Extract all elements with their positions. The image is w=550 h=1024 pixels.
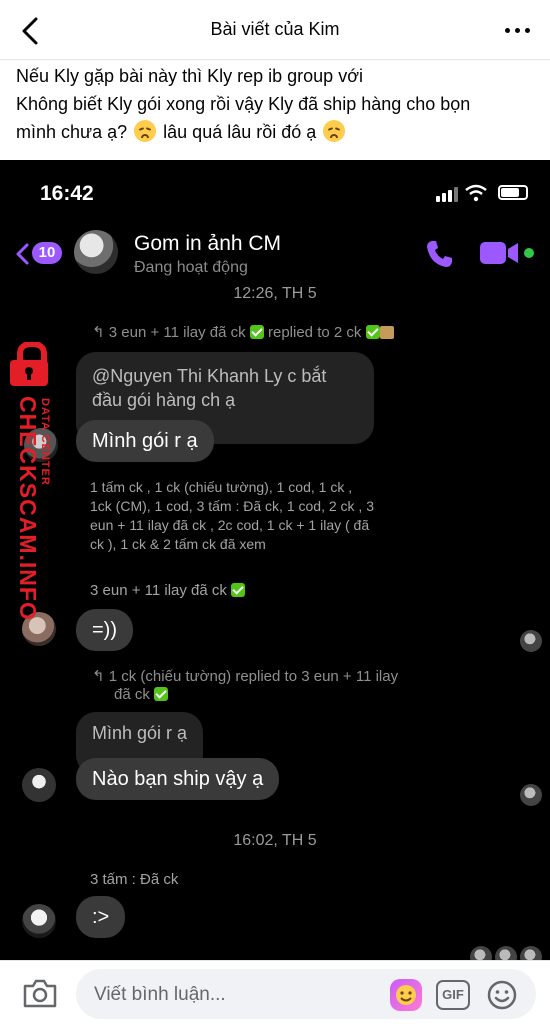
reply-arrow-icon: ↰ [92, 668, 109, 685]
emoji-smile-icon[interactable] [486, 979, 518, 1011]
sticker-icon[interactable] [390, 979, 422, 1011]
green-check-icon [365, 325, 380, 339]
green-check-icon [249, 325, 264, 339]
reply-arrow-icon: ↰ [92, 324, 109, 341]
top-nav-bar: Bài viết của Kim [0, 0, 550, 60]
sender-avatar [22, 768, 56, 802]
sender-avatar [22, 904, 56, 938]
sad-face-emoji-icon [323, 120, 346, 142]
caption-line-3: mình chưa ạ? lâu quá lâu rồi đó ạ [16, 118, 541, 146]
seen-avatar [520, 946, 542, 960]
message-list: 12:26, TH 5 ↰ 3 eun + 11 ilay đã ck repl… [0, 160, 550, 960]
message-label: 3 eun + 11 ilay đã ck [90, 581, 246, 600]
comment-bar: Viết bình luận... GIF [0, 960, 550, 1024]
green-check-icon [154, 687, 169, 701]
comment-placeholder: Viết bình luận... [94, 984, 226, 1005]
message-timestamp: 16:02, TH 5 [233, 832, 317, 849]
caption-line-2: Không biết Kly gói xong rồi vậy Kly đã s… [16, 94, 471, 114]
message-label-text: 3 eun + 11 ilay đã ck [90, 582, 227, 599]
post-image-chat-screenshot[interactable]: 16:42 10 Gom in ảnh CM Đang hoạt động 12… [0, 160, 550, 960]
watermark-subtext: DATA CENTER [39, 398, 51, 486]
message-bubble: Mình gói r ạ [76, 420, 214, 462]
seen-avatar [520, 784, 542, 806]
post-caption: Nếu Kly gặp bài này thì Kly rep ib group… [16, 62, 541, 146]
page-title: Bài viết của Kim [210, 19, 340, 39]
caption-line-3b: lâu quá lâu rồi đó ạ [163, 122, 317, 142]
caption-line-3a: mình chưa ạ? [16, 122, 128, 142]
camera-icon[interactable] [22, 977, 58, 1009]
reply-indicator: ↰ 3 eun + 11 ilay đã ck replied to 2 ck [92, 324, 394, 342]
seen-avatar [470, 946, 492, 960]
comment-input[interactable]: Viết bình luận... GIF [76, 969, 536, 1019]
summary-line: 1ck (CM), 1 cod, 3 tấm : Đã ck, 1 cod, 2… [90, 498, 374, 514]
message-bubble: Nào bạn ship vậy ạ [76, 758, 280, 800]
message-bubble: :> [76, 896, 126, 938]
more-options-icon[interactable] [504, 18, 532, 42]
green-check-icon [231, 583, 246, 597]
reply-meta-text: đã ck [114, 686, 150, 703]
summary-line: ck ), 1 ck & 2 tấm ck đã xem [90, 536, 266, 552]
watermark-text: CHECKSCAM.INFO [15, 396, 41, 621]
reply-indicator: ↰ 1 ck (chiếu tường) replied to 3 eun + … [92, 668, 492, 704]
reply-meta-text: 3 eun + 11 ilay đã ck [108, 324, 246, 341]
message-timestamp: 12:26, TH 5 [233, 285, 317, 302]
watermark: CHECKSCAM.INFO DATA CENTER [4, 342, 58, 772]
reply-meta-text: 1 ck (chiếu tường) replied to 3 eun + 11… [108, 668, 399, 685]
caption-line-1: Nếu Kly gặp bài này thì Kly rep ib group… [16, 66, 363, 86]
summary-line: eun + 11 ilay đã ck , 2c cod, 1 ck + 1 i… [90, 517, 370, 533]
reply-meta-suffix: replied to 2 ck [268, 324, 362, 341]
gif-icon[interactable]: GIF [436, 980, 470, 1010]
message-bubble: =)) [76, 609, 133, 651]
order-summary-text: 1 tấm ck , 1 ck (chiếu tường), 1 cod, 1 … [90, 478, 510, 554]
seen-avatar [495, 946, 517, 960]
seen-avatar [520, 630, 542, 652]
package-icon [379, 326, 394, 339]
lock-icon [10, 342, 48, 386]
sad-face-emoji-icon [134, 120, 157, 142]
message-label: 3 tấm : Đã ck [90, 871, 179, 888]
summary-line: 1 tấm ck , 1 ck (chiếu tường), 1 cod, 1 … [90, 479, 353, 495]
